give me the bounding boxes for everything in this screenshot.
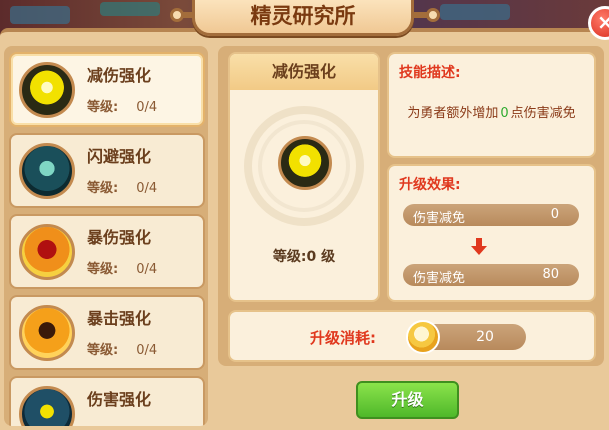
description-prefix: 为勇者额外增加 [407, 106, 499, 121]
skill-name: 闪避强化 [87, 147, 152, 166]
skill-name: 暴击强化 [87, 309, 152, 328]
skill-level: 等级: 0/4 [87, 339, 157, 358]
description-text: 为勇者额外增加 0 点伤害减免 [389, 102, 594, 121]
skill-name: 暴伤强化 [87, 228, 152, 247]
current-stat-row: 伤害减免 0 [403, 204, 579, 226]
skill-level [87, 420, 105, 426]
next-stat-row: 伤害减免 80 [403, 264, 579, 286]
skill-name: 减伤强化 [87, 66, 152, 85]
skill-level: 等级: 0/4 [87, 177, 157, 196]
next-stat-label: 伤害减免 [413, 271, 466, 286]
skill-item-crit[interactable]: 暴击强化 等级: 0/4 [9, 295, 205, 370]
detail-level: 等级:0 级 [272, 249, 336, 265]
damage-reduction-icon [19, 62, 75, 118]
description-title: 技能描述: [399, 65, 461, 81]
skill-level-label: 等级: [87, 100, 119, 115]
skill-item-crit-damage[interactable]: 暴伤强化 等级: 0/4 [9, 214, 205, 289]
skill-detail-card: 减伤强化 等级:0 级 [228, 52, 380, 302]
skill-level-value: 0/4 [136, 181, 158, 196]
description-value: 0 [500, 106, 509, 121]
skill-level: 等级: 0/4 [87, 258, 157, 277]
title-knob-left [170, 8, 184, 22]
skill-level-label: 等级: [87, 343, 119, 358]
detail-title: 减伤强化 [230, 54, 378, 90]
skill-list[interactable]: 减伤强化 等级: 0/4 闪避强化 等级: 0/4 暴伤强化 等级: 0/4 暴击强化… [4, 46, 208, 426]
description-box: 技能描述: 为勇者额外增加 0 点伤害减免 [387, 52, 596, 158]
crit-damage-icon [19, 224, 75, 280]
crit-icon [19, 305, 75, 361]
skill-item-damage-reduction[interactable]: 减伤强化 等级: 0/4 [9, 52, 205, 127]
current-stat-value: 0 [550, 207, 559, 222]
page-title: 精灵研究所 [192, 0, 414, 36]
current-stat-label: 伤害减免 [413, 211, 466, 226]
skill-level-label: 等级: [87, 181, 119, 196]
description-suffix: 点伤害减免 [510, 106, 576, 121]
skill-level-label: 等级: [87, 262, 119, 277]
next-stat-value: 80 [542, 267, 559, 282]
effect-title: 升级效果: [399, 177, 461, 193]
title-knob-right [426, 8, 440, 22]
skill-item-damage[interactable]: 伤害强化 [9, 376, 205, 426]
upgrade-effect-box: 升级效果: 伤害减免 0 伤害减免 80 [387, 164, 596, 302]
dodge-icon [19, 143, 75, 199]
skill-level-value: 0/4 [136, 100, 158, 115]
upgrade-button[interactable]: 升级 [356, 381, 459, 419]
upgrade-cost-box: 升级消耗: 20 [228, 310, 596, 362]
skill-level: 等级: 0/4 [87, 96, 157, 115]
damage-reduction-icon [278, 136, 332, 190]
skill-level-value: 0/4 [136, 262, 158, 277]
damage-icon [19, 386, 75, 426]
skill-name: 伤害强化 [87, 390, 152, 409]
skill-item-dodge[interactable]: 闪避强化 等级: 0/4 [9, 133, 205, 208]
cost-label: 升级消耗: [310, 329, 376, 347]
skill-level-value: 0/4 [136, 343, 158, 358]
gold-coin-icon [406, 320, 440, 354]
